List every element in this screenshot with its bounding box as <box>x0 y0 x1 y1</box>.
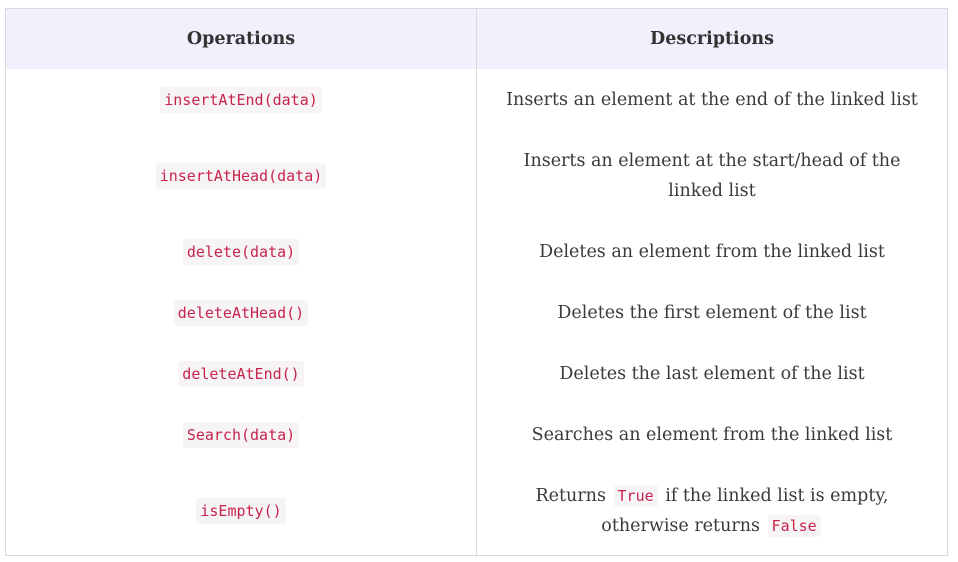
operation-code: isEmpty() <box>196 498 286 524</box>
description-text: Inserts an element at the start/head of … <box>523 150 901 201</box>
row-2-description: Inserts an element at the start/head of … <box>477 130 947 221</box>
row-3-operation: delete(data) <box>6 221 477 282</box>
operation-code: deleteAtHead() <box>173 299 309 326</box>
row-4-operation: deleteAtHead() <box>6 282 477 343</box>
row-5-operation: deleteAtEnd() <box>6 343 477 404</box>
row-6-description: Searches an element from the linked list <box>477 404 947 465</box>
row-5-description: Deletes the last element of the list <box>477 343 947 404</box>
header-operations-label: Operations <box>186 29 296 49</box>
row-1-description: Inserts an element at the end of the lin… <box>477 69 947 130</box>
row-1-operation: insertAtEnd(data) <box>6 69 477 130</box>
row-2-operation: insertAtHead(data) <box>6 130 477 221</box>
row-7-operation: isEmpty() <box>6 465 477 557</box>
row-3-description: Deletes an element from the linked list <box>477 221 947 282</box>
header-descriptions-label: Descriptions <box>650 29 774 49</box>
description-text: Deletes the last element of the list <box>559 363 865 384</box>
description-text: Deletes the first element of the list <box>557 302 867 323</box>
operation-code: delete(data) <box>182 238 300 265</box>
description-text: Deletes an element from the linked list <box>539 241 885 262</box>
operations-table: Operations Descriptions insertAtEnd(data… <box>5 8 948 557</box>
header-descriptions: Descriptions <box>477 9 947 69</box>
description-text: Returns True if the linked list is empty… <box>499 481 925 541</box>
row-7-description: Returns True if the linked list is empty… <box>477 465 947 557</box>
operation-code: insertAtEnd(data) <box>160 86 322 113</box>
header-operations: Operations <box>6 9 477 69</box>
description-text: Searches an element from the linked list <box>531 424 893 445</box>
row-4-description: Deletes the first element of the list <box>477 282 947 343</box>
description-text: Inserts an element at the end of the lin… <box>506 89 918 110</box>
row-6-operation: Search(data) <box>6 404 477 465</box>
description-text-before: Returns <box>535 486 606 506</box>
operation-code: insertAtHead(data) <box>155 162 327 189</box>
inline-code-false: False <box>767 515 821 537</box>
inline-code-true: True <box>613 485 658 507</box>
operation-code: Search(data) <box>182 421 300 448</box>
operation-code: deleteAtEnd() <box>178 360 304 387</box>
